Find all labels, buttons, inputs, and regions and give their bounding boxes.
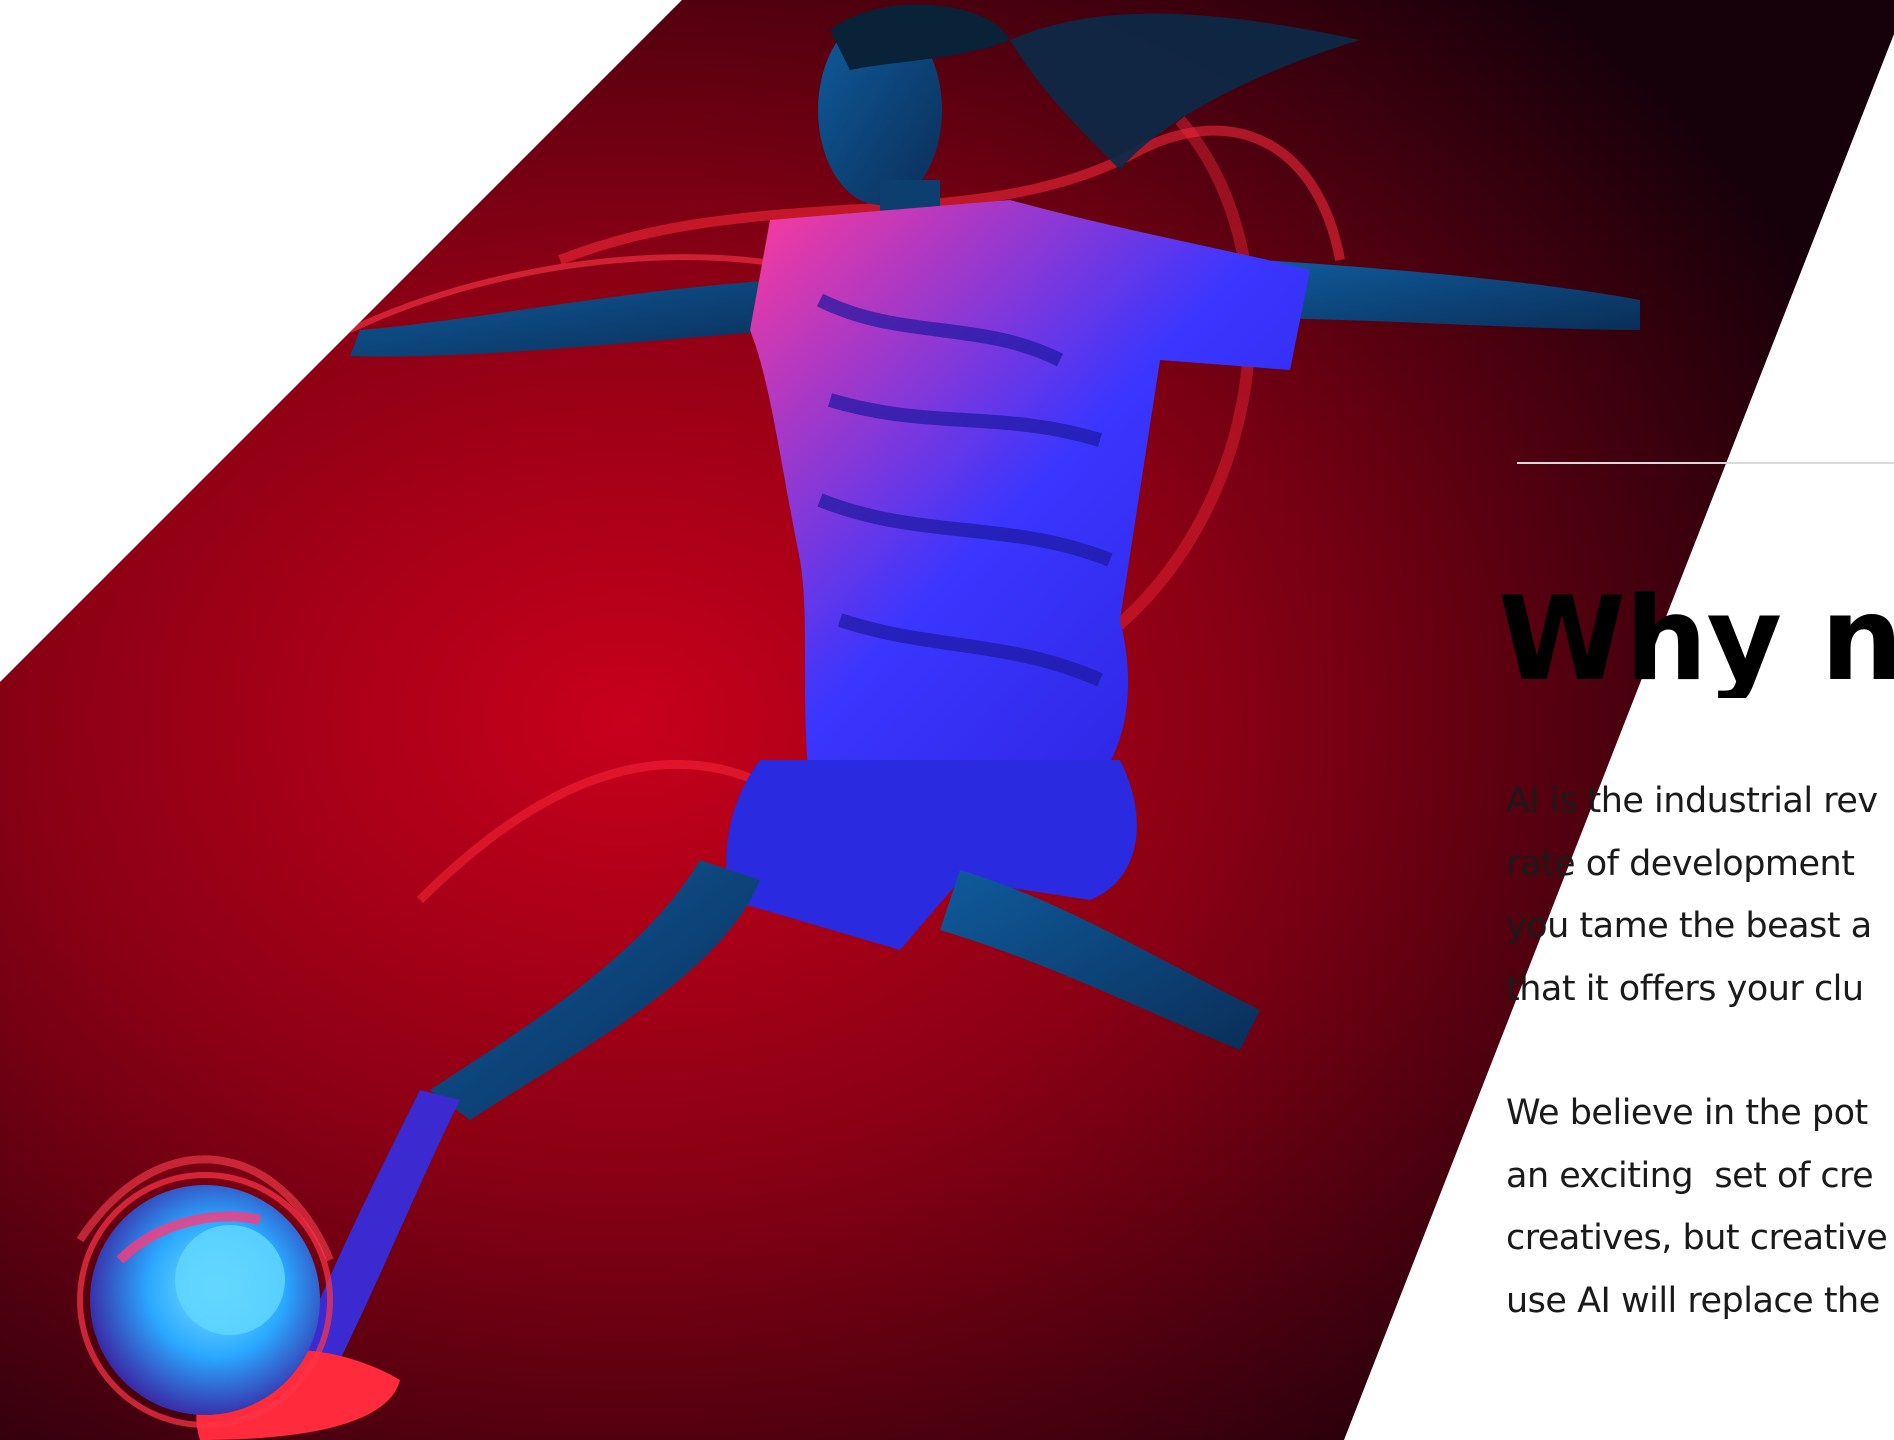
belief-paragraph: We believe in the pot an exciting set of… (1506, 1082, 1894, 1332)
paragraph-line: that it offers your clu (1506, 968, 1864, 1009)
paragraph-line: an exciting set of cre (1506, 1155, 1874, 1196)
paragraph-line: use AI will replace the (1506, 1280, 1880, 1321)
paragraph-line: We believe in the pot (1506, 1093, 1868, 1133)
paragraph-line: creatives, but creative (1506, 1218, 1888, 1258)
section-heading: Why no (1498, 582, 1894, 698)
paragraph-line: AI is the industrial rev (1506, 781, 1878, 821)
section-divider (1517, 462, 1894, 464)
intro-paragraph: AI is the industrial rev rate of develop… (1506, 770, 1894, 1020)
paragraph-line: you tame the beast a (1506, 906, 1872, 946)
paragraph-line: rate of development (1506, 843, 1855, 884)
